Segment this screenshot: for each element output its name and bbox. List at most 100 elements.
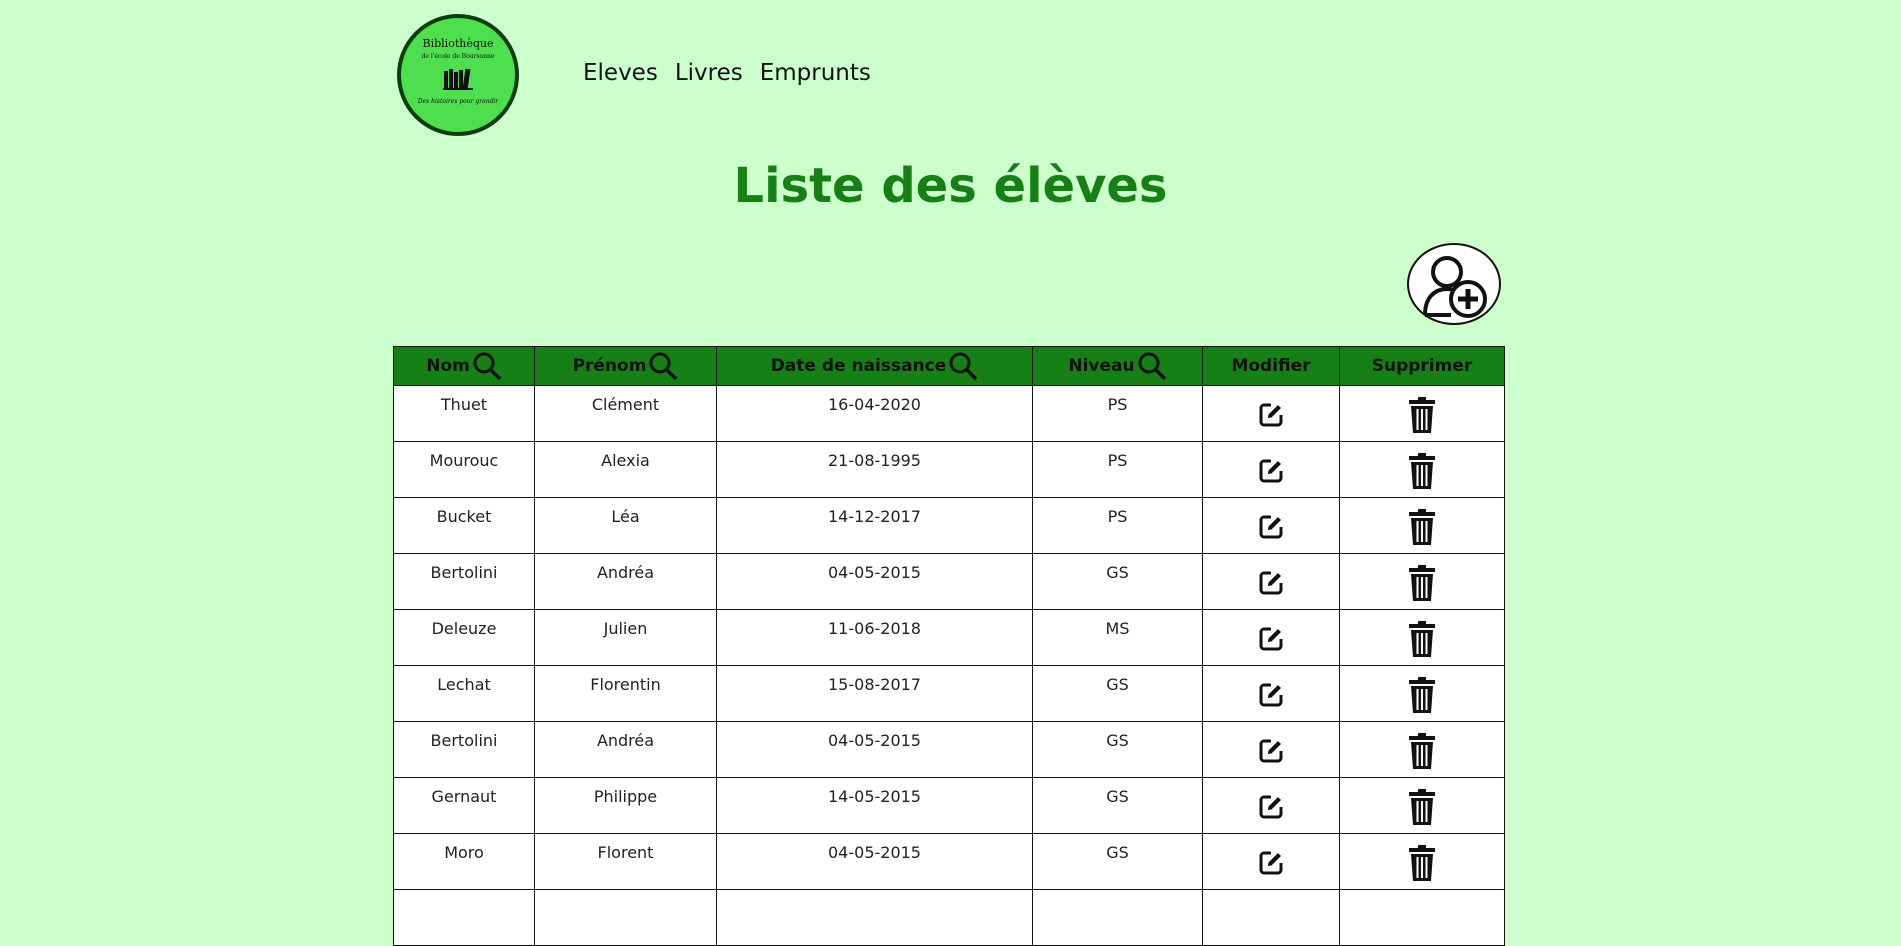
cell-niveau-text: GS <box>1106 563 1129 582</box>
cell-prenom: Clément <box>534 385 717 442</box>
search-icon[interactable] <box>948 351 978 381</box>
cell-prenom-text: Florentin <box>590 675 661 694</box>
cell-prenom: Andréa <box>534 721 717 778</box>
cell-niveau: MS <box>1032 609 1203 666</box>
cell-supprimer <box>1339 385 1505 442</box>
edit-icon[interactable] <box>1258 682 1284 708</box>
cell-nom: Gernaut <box>393 777 535 834</box>
cell-niveau: PS <box>1032 441 1203 498</box>
cell-nom: Moro <box>393 833 535 890</box>
edit-icon[interactable] <box>1258 514 1284 540</box>
table-row: Moro Florent 04-05-2015 GS <box>393 833 1505 890</box>
cell-supprimer <box>1339 553 1505 610</box>
logo-title: Bibliothèque <box>422 37 494 50</box>
cell-niveau-text: GS <box>1106 731 1129 750</box>
cell-prenom-text: Alexia <box>601 451 650 470</box>
cell-supprimer <box>1339 441 1505 498</box>
trash-icon[interactable] <box>1409 620 1435 657</box>
cell-supprimer <box>1339 609 1505 666</box>
cell-nom: Lechat <box>393 665 535 722</box>
trash-icon[interactable] <box>1409 732 1435 769</box>
search-icon[interactable] <box>648 351 678 381</box>
cell-empty <box>534 889 717 946</box>
cell-prenom-text: Léa <box>611 507 640 526</box>
cell-date-text: 04-05-2015 <box>828 731 921 750</box>
edit-icon[interactable] <box>1258 402 1284 428</box>
cell-modifier <box>1202 777 1340 834</box>
edit-icon[interactable] <box>1258 570 1284 596</box>
table-body: Thuet Clément 16-04-2020 PS Mourouc Alex… <box>393 385 1505 946</box>
cell-niveau-text: MS <box>1105 619 1130 638</box>
cell-supprimer <box>1339 497 1505 554</box>
cell-nom-text: Lechat <box>437 675 491 694</box>
cell-modifier <box>1202 665 1340 722</box>
cell-niveau-text: PS <box>1107 507 1128 526</box>
cell-date: 21-08-1995 <box>716 441 1033 498</box>
header-niveau-label: Niveau <box>1068 356 1135 376</box>
cell-date: 15-08-2017 <box>716 665 1033 722</box>
trash-icon[interactable] <box>1409 676 1435 713</box>
nav-eleves[interactable]: Eleves <box>583 60 658 86</box>
cell-niveau: GS <box>1032 777 1203 834</box>
cell-date: 14-05-2015 <box>716 777 1033 834</box>
header-nom[interactable]: Nom <box>393 346 535 386</box>
cell-nom-text: Bertolini <box>430 563 498 582</box>
trash-icon[interactable] <box>1409 564 1435 601</box>
cell-nom: Bucket <box>393 497 535 554</box>
header-niveau[interactable]: Niveau <box>1032 346 1203 386</box>
cell-nom-text: Deleuze <box>431 619 497 638</box>
trash-icon[interactable] <box>1409 452 1435 489</box>
cell-niveau-text: PS <box>1107 395 1128 414</box>
trash-icon[interactable] <box>1409 788 1435 825</box>
cell-prenom: Florent <box>534 833 717 890</box>
header-date[interactable]: Date de naissance <box>716 346 1033 386</box>
search-icon[interactable] <box>472 351 502 381</box>
table-row-partial <box>393 889 1505 946</box>
cell-date: 16-04-2020 <box>716 385 1033 442</box>
trash-icon[interactable] <box>1409 844 1435 881</box>
trash-icon[interactable] <box>1409 396 1435 433</box>
cell-date: 11-06-2018 <box>716 609 1033 666</box>
cell-nom: Bertolini <box>393 553 535 610</box>
cell-niveau: PS <box>1032 385 1203 442</box>
cell-empty <box>393 889 535 946</box>
cell-nom-text: Mourouc <box>429 451 499 470</box>
cell-modifier <box>1202 497 1340 554</box>
search-icon[interactable] <box>1137 351 1167 381</box>
cell-nom: Thuet <box>393 385 535 442</box>
edit-icon[interactable] <box>1258 850 1284 876</box>
cell-modifier <box>1202 553 1340 610</box>
cell-empty <box>1202 889 1340 946</box>
nav-emprunts[interactable]: Emprunts <box>760 60 871 86</box>
cell-nom: Deleuze <box>393 609 535 666</box>
cell-niveau: PS <box>1032 497 1203 554</box>
library-logo[interactable]: Bibliothèque de l'école de Boursonne Des… <box>397 14 519 136</box>
cell-niveau: GS <box>1032 721 1203 778</box>
cell-supprimer <box>1339 833 1505 890</box>
trash-icon[interactable] <box>1409 508 1435 545</box>
header-prenom[interactable]: Prénom <box>534 346 717 386</box>
cell-prenom: Florentin <box>534 665 717 722</box>
cell-date-text: 14-05-2015 <box>828 787 921 806</box>
cell-supprimer <box>1339 665 1505 722</box>
cell-date-text: 21-08-1995 <box>828 451 921 470</box>
cell-date-text: 04-05-2015 <box>828 843 921 862</box>
edit-icon[interactable] <box>1258 738 1284 764</box>
add-user-icon <box>1423 256 1487 318</box>
cell-nom-text: Thuet <box>440 395 488 414</box>
table-header-row: Nom Prénom Date de naissance Niveau Modi… <box>393 346 1505 386</box>
cell-niveau: GS <box>1032 553 1203 610</box>
add-student-button[interactable] <box>1407 243 1501 325</box>
nav-livres[interactable]: Livres <box>675 60 743 86</box>
table-row: Deleuze Julien 11-06-2018 MS <box>393 609 1505 666</box>
header-modifier: Modifier <box>1202 346 1340 386</box>
cell-modifier <box>1202 833 1340 890</box>
edit-icon[interactable] <box>1258 458 1284 484</box>
edit-icon[interactable] <box>1258 626 1284 652</box>
cell-nom-text: Bertolini <box>430 731 498 750</box>
cell-modifier <box>1202 441 1340 498</box>
cell-modifier <box>1202 385 1340 442</box>
header-prenom-label: Prénom <box>572 356 647 376</box>
cell-empty <box>1032 889 1203 946</box>
edit-icon[interactable] <box>1258 794 1284 820</box>
